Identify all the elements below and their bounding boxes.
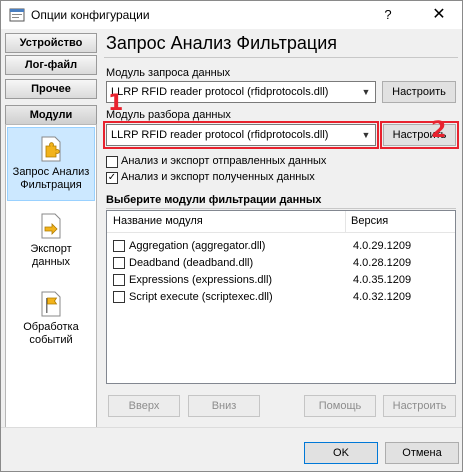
annotation-highlight-1: [103, 121, 379, 149]
title-divider: [104, 57, 458, 58]
module-version: 4.0.35.1209: [353, 274, 412, 286]
help-button[interactable]: Помощь: [304, 395, 376, 417]
sidebar-item-label: данных: [31, 256, 71, 268]
annotation-marker-2: 2: [431, 118, 447, 143]
annotation-marker-1: 1: [108, 91, 124, 116]
sidebar-item-label: Экспорт: [30, 243, 72, 255]
table-row[interactable]: Aggregation (aggregator.dll) 4.0.29.1209: [107, 238, 455, 255]
filter-module-table: Название модуля Версия Aggregation (aggr…: [106, 210, 456, 384]
tab-other[interactable]: Прочее: [5, 79, 97, 99]
module-name: Expressions (expressions.dll): [129, 274, 273, 286]
filter-configure-button[interactable]: Настроить: [383, 395, 456, 417]
sidebar-item-label: Обработка: [23, 321, 79, 333]
config-options-dialog: Опции конфигурации ? ✕ Устройство Лог-фа…: [0, 0, 463, 472]
filter-section-divider: [106, 208, 456, 209]
module-name: Deadband (deadband.dll): [129, 257, 254, 269]
chevron-down-icon: ▼: [361, 87, 371, 97]
sent-data-checkbox[interactable]: [106, 156, 118, 168]
flag-document-icon: [41, 291, 61, 317]
sidebar-item-request-analysis-filtering[interactable]: Запрос Анализ Фильтрация: [7, 127, 95, 201]
table-row[interactable]: Expressions (expressions.dll) 4.0.35.120…: [107, 272, 455, 289]
module-name: Script execute (scriptexec.dll): [129, 291, 273, 303]
window-title: Опции конфигурации: [31, 8, 150, 22]
ok-button[interactable]: OK: [304, 442, 378, 464]
sidebar-item-event-handling[interactable]: Обработка событий: [7, 283, 95, 357]
module-name: Aggregation (aggregator.dll): [129, 240, 266, 252]
column-header-version[interactable]: Версия: [351, 215, 388, 227]
main-panel: Запрос Анализ Фильтрация Модуль запроса …: [100, 29, 462, 427]
dialog-footer: OK Отмена: [1, 427, 462, 471]
sidebar-item-data-export[interactable]: Экспорт данных: [7, 205, 95, 279]
module-category-list: Запрос Анализ Фильтрация Экспорт данных …: [5, 124, 97, 429]
module-version: 4.0.29.1209: [353, 240, 412, 252]
move-down-button[interactable]: Вниз: [188, 395, 260, 417]
row-checkbox[interactable]: [113, 291, 125, 303]
column-separator[interactable]: [345, 211, 346, 233]
puzzle-icon: [41, 136, 61, 162]
export-document-icon: [41, 213, 61, 239]
sent-data-checkbox-label: Анализ и экспорт отправленных данных: [121, 155, 327, 167]
help-icon[interactable]: ?: [365, 1, 411, 29]
row-checkbox[interactable]: [113, 274, 125, 286]
filter-section-title: Выберите модули фильтрации данных: [106, 194, 322, 206]
tab-log-file[interactable]: Лог-файл: [5, 55, 97, 75]
title-bar: Опции конфигурации ? ✕: [1, 1, 462, 29]
tab-modules[interactable]: Модули: [5, 105, 97, 125]
module-version: 4.0.28.1209: [353, 257, 412, 269]
sidebar-item-label: Запрос Анализ: [12, 166, 90, 178]
request-module-select[interactable]: LLRP RFID reader protocol (rfidprotocols…: [106, 81, 376, 103]
table-row[interactable]: Deadband (deadband.dll) 4.0.28.1209: [107, 255, 455, 272]
request-module-configure-button[interactable]: Настроить: [382, 81, 456, 103]
sidebar: Устройство Лог-файл Прочее Модули Запрос…: [1, 29, 99, 429]
row-checkbox[interactable]: [113, 257, 125, 269]
module-version: 4.0.32.1209: [353, 291, 412, 303]
tab-device[interactable]: Устройство: [5, 33, 97, 53]
row-checkbox[interactable]: [113, 240, 125, 252]
request-module-label: Модуль запроса данных: [106, 67, 231, 79]
received-data-checkbox[interactable]: ✓: [106, 172, 118, 184]
cancel-button[interactable]: Отмена: [385, 442, 459, 464]
request-module-value: LLRP RFID reader protocol (rfidprotocols…: [111, 86, 329, 98]
table-header: Название модуля Версия: [107, 211, 455, 233]
annotation-highlight-2: [380, 121, 459, 149]
received-data-checkbox-label: Анализ и экспорт полученных данных: [121, 171, 315, 183]
app-window-icon: [9, 8, 25, 22]
sidebar-item-label: событий: [29, 334, 73, 346]
sidebar-item-label: Фильтрация: [20, 179, 82, 191]
move-up-button[interactable]: Вверх: [108, 395, 180, 417]
parse-module-label: Модуль разбора данных: [106, 109, 231, 121]
page-title: Запрос Анализ Фильтрация: [106, 33, 338, 53]
column-header-module-name[interactable]: Название модуля: [113, 215, 203, 227]
table-row[interactable]: Script execute (scriptexec.dll) 4.0.32.1…: [107, 289, 455, 306]
close-icon[interactable]: ✕: [416, 1, 462, 29]
